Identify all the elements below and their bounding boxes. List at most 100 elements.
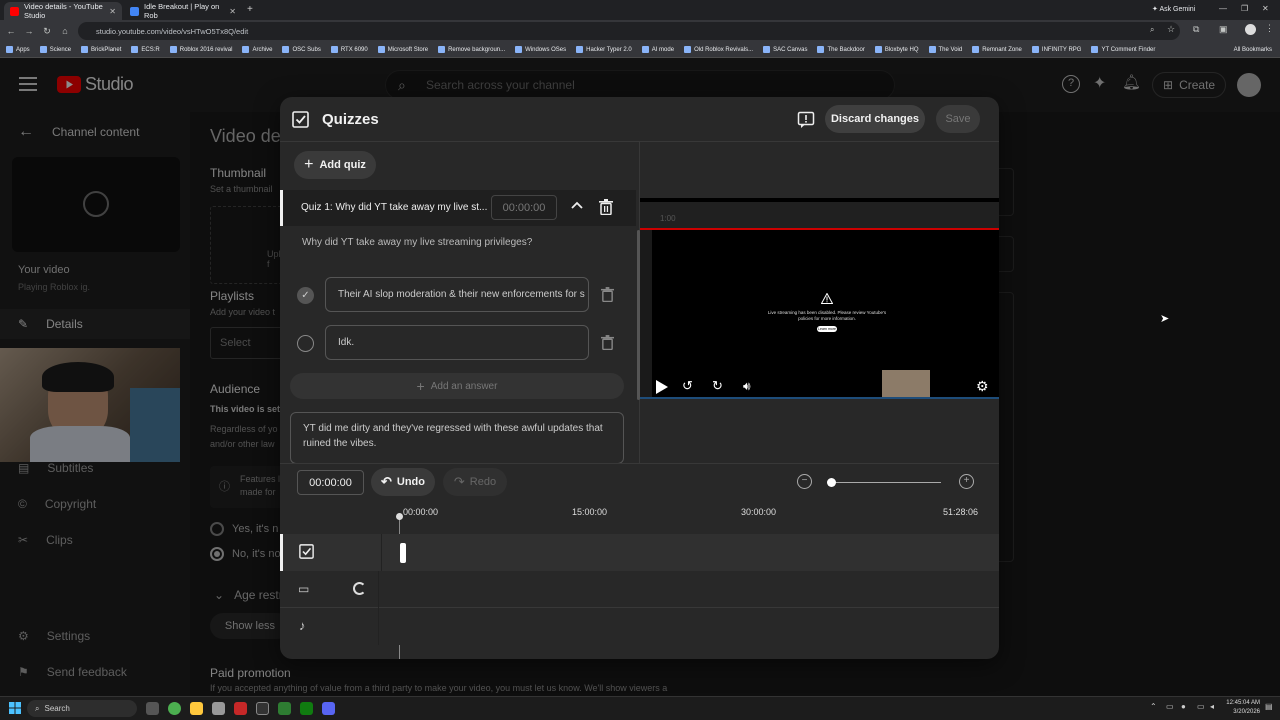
quiz-marker[interactable]: [400, 543, 406, 563]
bookmark-star-icon[interactable]: ☆: [1167, 24, 1175, 35]
app-icon-1[interactable]: [212, 702, 225, 715]
explanation-textarea[interactable]: YT did me dirty and they've regressed wi…: [290, 412, 624, 464]
feedback-report-icon[interactable]: [797, 111, 815, 129]
tray-chevron-icon[interactable]: ⌃: [1150, 702, 1157, 711]
address-bar-row: ← → ↻ ⌂ studio.youtube.com/video/vsHTwO5…: [0, 20, 1280, 42]
answer-2-input[interactable]: Idk.: [325, 325, 589, 360]
bookmark-item[interactable]: AI mode: [641, 46, 674, 53]
undo-button[interactable]: ↶ Undo: [371, 468, 435, 496]
bookmark-item[interactable]: Hacker Typer 2.0: [576, 46, 632, 53]
quiz-1-header[interactable]: Quiz 1: Why did YT take away my live st.…: [280, 190, 636, 226]
app-icon-3[interactable]: [256, 702, 269, 715]
task-view-icon[interactable]: [146, 702, 159, 715]
trash-icon[interactable]: [599, 199, 613, 215]
forward-icon[interactable]: →: [22, 24, 36, 38]
minimize-icon[interactable]: —: [1219, 4, 1227, 13]
tab-idle-breakout[interactable]: Idle Breakout | Play on Rob ✕: [124, 2, 242, 20]
zoom-icon[interactable]: ⌕: [1150, 25, 1154, 35]
restore-icon[interactable]: ❐: [1241, 4, 1248, 13]
bookmark-item[interactable]: SAC Canvas: [763, 46, 807, 53]
app-icon-4[interactable]: [278, 702, 291, 715]
player-settings-gear-icon[interactable]: ⚙: [976, 378, 989, 395]
chrome-icon[interactable]: [168, 702, 181, 715]
answer-2-radio-icon[interactable]: [297, 335, 314, 352]
sidepanel-icon[interactable]: ▣: [1219, 24, 1228, 35]
correct-answer-check-icon[interactable]: ✓: [297, 287, 314, 304]
bookmark-item[interactable]: Apps: [6, 46, 30, 53]
taskbar-search-label: Search: [44, 704, 70, 713]
xbox-icon[interactable]: [300, 702, 313, 715]
bookmark-item[interactable]: Bloxbyte HQ: [874, 46, 919, 53]
network-icon[interactable]: ▭: [1197, 702, 1205, 711]
reload-icon[interactable]: ↻: [40, 24, 54, 38]
close-tab-icon[interactable]: ✕: [109, 7, 116, 16]
bookmark-item[interactable]: INFINITY RPG: [1031, 46, 1081, 53]
all-bookmarks-button[interactable]: All Bookmarks: [1234, 47, 1272, 53]
bookmark-item[interactable]: YT Comment Finder: [1091, 46, 1155, 53]
bookmark-item[interactable]: The Backdoor: [817, 46, 865, 53]
bookmark-item[interactable]: Roblox 2016 revival: [169, 46, 232, 53]
profile-avatar-icon[interactable]: [1245, 24, 1256, 35]
delete-answer-1-icon[interactable]: [601, 287, 614, 302]
quiz-track[interactable]: [280, 534, 999, 571]
discard-changes-button[interactable]: Discard changes: [825, 105, 925, 133]
app-icon-2[interactable]: [234, 702, 247, 715]
warning-triangle-icon: [821, 293, 833, 304]
zoom-slider-track[interactable]: [831, 482, 941, 483]
tray-icon-1[interactable]: ▭: [1166, 702, 1174, 711]
notification-center-icon[interactable]: ▤: [1265, 702, 1273, 711]
mic-icon[interactable]: ●: [1181, 702, 1186, 711]
bookmark-item[interactable]: The Void: [928, 46, 963, 53]
bookmark-item[interactable]: OSC Subs: [282, 46, 321, 53]
close-tab-icon[interactable]: ✕: [229, 7, 236, 16]
video-preview-player[interactable]: 1:00 Live streaming has been disabled. P…: [640, 198, 999, 399]
url-field[interactable]: studio.youtube.com/video/vsHTwO5Tx8Q/edi…: [78, 22, 1180, 40]
clock[interactable]: 12:45:04 AM 3/20/2026: [1222, 699, 1260, 717]
delete-answer-2-icon[interactable]: [601, 335, 614, 350]
windows-start-icon[interactable]: [9, 702, 21, 714]
audio-track[interactable]: ♪: [280, 608, 999, 645]
bookmark-item[interactable]: Remnant Zone: [972, 46, 1022, 53]
save-button[interactable]: Save: [936, 105, 980, 133]
bookmark-item[interactable]: Microsoft Store: [377, 46, 428, 53]
add-answer-button[interactable]: + Add an answer: [290, 373, 624, 399]
zoom-slider-thumb[interactable]: [827, 478, 836, 487]
bookmark-item[interactable]: Old Roblox Revivals...: [684, 46, 753, 53]
redo-button[interactable]: ↷ Redo: [443, 468, 507, 496]
home-icon[interactable]: ⌂: [58, 24, 72, 38]
bookmark-item[interactable]: RTX 6090: [330, 46, 368, 53]
playhead-handle[interactable]: [396, 513, 403, 520]
tab-video-details[interactable]: Video details - YouTube Studio ✕: [4, 2, 122, 20]
discord-icon[interactable]: [322, 702, 335, 715]
volume-icon[interactable]: 🔊︎: [743, 379, 751, 394]
add-quiz-button[interactable]: + Add quiz: [294, 151, 376, 179]
quiz-question[interactable]: Why did YT take away my live streaming p…: [302, 237, 532, 248]
bookmark-item[interactable]: ECS:R: [131, 46, 160, 53]
rewind-10-icon[interactable]: ↺: [682, 378, 693, 394]
video-track[interactable]: ▭: [280, 571, 999, 608]
taskbar-search[interactable]: ⌕ Search: [27, 700, 137, 717]
chevron-up-icon[interactable]: [571, 200, 583, 210]
close-window-icon[interactable]: ✕: [1262, 4, 1269, 13]
quiz-time-input[interactable]: 00:00:00: [491, 195, 557, 220]
extensions-icon[interactable]: ⧉: [1193, 24, 1199, 35]
bookmark-item[interactable]: Science: [39, 46, 71, 53]
zoom-out-icon[interactable]: −: [797, 474, 812, 489]
bookmark-item[interactable]: Remove backgroun...: [438, 46, 505, 53]
file-explorer-icon[interactable]: [190, 702, 203, 715]
speaker-icon[interactable]: ◂: [1210, 702, 1214, 711]
back-icon[interactable]: ←: [4, 24, 18, 38]
player-learn-more-button[interactable]: Learn more: [817, 326, 837, 332]
timeline-time-input[interactable]: 00:00:00: [297, 470, 364, 495]
bookmark-item[interactable]: Windows OSes: [515, 46, 566, 53]
new-tab-icon[interactable]: +: [247, 4, 253, 15]
bookmark-item[interactable]: Archive: [242, 46, 272, 53]
bookmark-item[interactable]: BrickPlanet: [81, 46, 121, 53]
ask-gemini-button[interactable]: ✦ Ask Gemini: [1152, 5, 1195, 13]
zoom-in-icon[interactable]: +: [959, 474, 974, 489]
bookmark-label: The Void: [938, 46, 963, 53]
forward-10-icon[interactable]: ↻: [712, 378, 723, 394]
menu-kebab-icon[interactable]: ⋮: [1265, 23, 1274, 34]
play-icon[interactable]: [656, 380, 668, 394]
answer-1-input[interactable]: Their AI slop moderation & their new enf…: [325, 277, 589, 312]
